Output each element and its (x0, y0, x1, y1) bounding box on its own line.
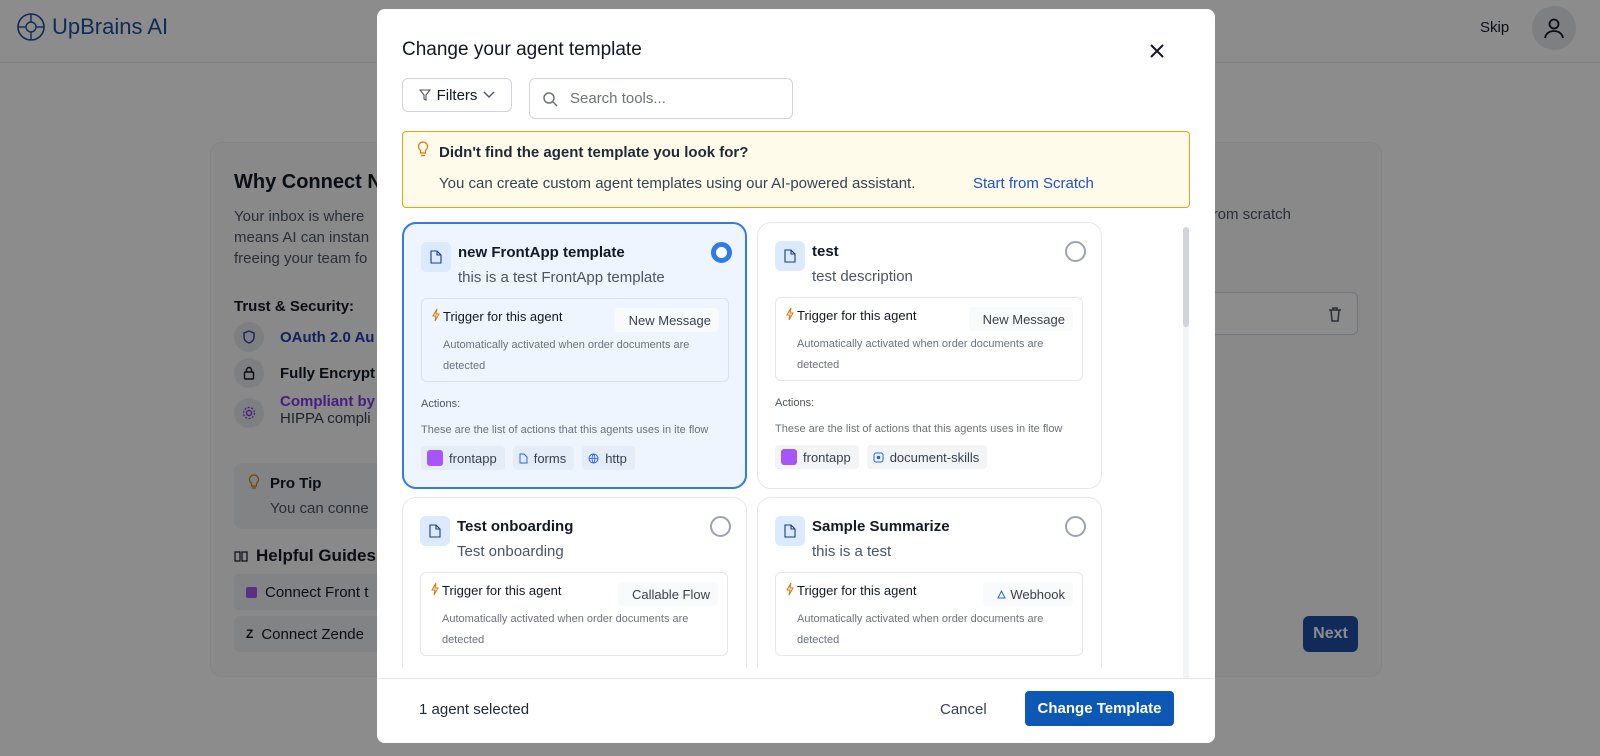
modal-title: Change your agent template (402, 39, 642, 60)
template-name: Test onboarding (457, 518, 574, 535)
banner-title: Didn't find the agent template you look … (439, 144, 749, 161)
template-name: new FrontApp template (458, 244, 625, 261)
template-description: this is a test FrontApp template (458, 269, 665, 286)
template-card[interactable]: test test description Trigger for this a… (757, 222, 1102, 489)
actions-description: These are the list of actions that this … (421, 424, 709, 436)
document-icon (420, 516, 450, 546)
trigger-badge: New Message (968, 307, 1073, 331)
action-tag-label: frontapp (803, 449, 851, 465)
actions-label: Actions: (775, 397, 815, 409)
template-radio[interactable] (711, 242, 732, 263)
close-icon (1150, 44, 1164, 58)
document-icon (421, 242, 451, 272)
template-card[interactable]: Test onboarding Test onboarding Trigger … (402, 497, 747, 668)
filters-label: Filters (436, 86, 478, 104)
frontapp-icon (781, 449, 797, 465)
trigger-badge: Callable Flow (617, 582, 718, 606)
actions-description: These are the list of actions that this … (775, 423, 1063, 435)
template-radio[interactable] (1065, 516, 1086, 537)
lightning-icon (786, 307, 794, 321)
action-tag-label: forms (533, 450, 567, 466)
start-from-scratch-link[interactable]: Start from Scratch (973, 175, 1094, 192)
template-name: Sample Summarize (812, 518, 950, 535)
action-tag: frontapp (775, 445, 859, 469)
search-box[interactable] (529, 78, 793, 119)
trigger-label: Trigger for this agent (797, 308, 917, 323)
lightning-icon (432, 308, 440, 322)
trigger-label: Trigger for this agent (442, 583, 562, 598)
action-tag-label: document-skills (889, 449, 980, 465)
filters-button[interactable]: Filters (402, 78, 512, 112)
search-input[interactable] (570, 90, 770, 107)
template-name: test (812, 243, 839, 260)
selected-count: 1 agent selected (419, 701, 530, 718)
action-tag-label: http (605, 450, 627, 466)
change-template-button[interactable]: Change Template (1025, 691, 1174, 726)
document-icon (519, 453, 528, 463)
template-radio[interactable] (710, 516, 731, 537)
action-tag-label: frontapp (449, 450, 497, 466)
template-hint-banner: Didn't find the agent template you look … (402, 131, 1190, 208)
trigger-description: Automatically activated when order docum… (797, 613, 1044, 646)
frontapp-icon (427, 450, 443, 466)
trigger-label: Trigger for this agent (443, 309, 563, 324)
change-template-modal: Change your agent template Filters Didn'… (377, 9, 1215, 743)
modal-footer: 1 agent selected Cancel Change Template (377, 678, 1215, 743)
trigger-label: Trigger for this agent (797, 583, 917, 598)
trigger-box: Trigger for this agent New Message Autom… (421, 298, 729, 382)
document-icon (775, 516, 805, 546)
webhook-icon (997, 589, 1007, 598)
lightning-icon (786, 582, 794, 596)
globe-icon (588, 453, 599, 463)
cancel-button[interactable]: Cancel (940, 701, 987, 718)
filter-icon (418, 89, 431, 101)
actions-label: Actions: (421, 398, 461, 410)
template-radio[interactable] (1065, 241, 1086, 262)
search-icon (543, 91, 558, 107)
close-button[interactable] (1145, 39, 1169, 63)
action-tag: http (582, 446, 635, 470)
trigger-description: Automatically activated when order docum… (443, 339, 690, 372)
template-card[interactable]: new FrontApp template this is a test Fro… (402, 222, 747, 489)
template-description: this is a test (812, 543, 892, 560)
trigger-description: Automatically activated when order docum… (797, 338, 1044, 371)
action-tag: frontapp (421, 446, 505, 470)
template-description: test description (812, 268, 913, 285)
action-tag: document-skills (866, 445, 988, 469)
trigger-box: Trigger for this agent Webhook Automatic… (775, 572, 1083, 656)
action-tags: frontapp document-skills (775, 445, 988, 469)
trigger-badge-label: Webhook (1010, 586, 1065, 602)
trigger-box: Trigger for this agent Callable Flow Aut… (420, 572, 728, 656)
scrollbar-thumb[interactable] (1183, 227, 1189, 327)
action-tag: forms (512, 446, 575, 470)
template-description: Test onboarding (457, 543, 564, 560)
skills-icon (873, 452, 884, 462)
action-tags: frontapp forms http (421, 446, 635, 470)
lightbulb-icon (417, 141, 429, 157)
document-icon (775, 241, 805, 271)
trigger-badge: Webhook (983, 582, 1073, 606)
chevron-down-icon (483, 91, 495, 98)
template-list: new FrontApp template this is a test Fro… (402, 222, 1192, 668)
lightning-icon (431, 582, 439, 596)
banner-text: You can create custom agent templates us… (439, 175, 916, 192)
trigger-description: Automatically activated when order docum… (442, 613, 689, 646)
trigger-badge: New Message (614, 308, 719, 332)
trigger-box: Trigger for this agent New Message Autom… (775, 297, 1083, 381)
template-card[interactable]: Sample Summarize this is a test Trigger … (757, 497, 1102, 668)
